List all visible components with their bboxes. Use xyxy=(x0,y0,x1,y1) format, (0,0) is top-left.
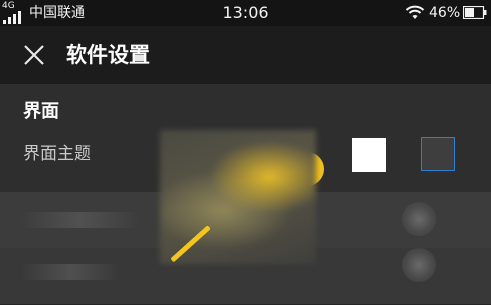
blurred-label xyxy=(20,264,120,280)
theme-option-dark-selected[interactable] xyxy=(421,137,455,171)
settings-screen: 4G 中国联通 13:06 46% 软件设置 界面 界面主题 xyxy=(0,0,491,305)
close-icon[interactable] xyxy=(23,44,45,66)
theme-label: 界面主题 xyxy=(23,144,91,164)
theme-option-white[interactable] xyxy=(352,138,386,172)
blurred-label xyxy=(20,212,140,228)
title-bar: 软件设置 xyxy=(0,26,491,84)
battery-icon xyxy=(463,6,487,19)
blurred-brush-overlay xyxy=(160,130,316,264)
blurred-toggle xyxy=(402,248,436,282)
blurred-toggle xyxy=(402,202,436,236)
status-bar: 4G 中国联通 13:06 46% xyxy=(0,0,491,26)
wifi-icon xyxy=(405,5,425,19)
section-heading: 界面 xyxy=(23,101,59,122)
battery-percent: 46% xyxy=(429,5,461,21)
page-title: 软件设置 xyxy=(66,43,150,67)
